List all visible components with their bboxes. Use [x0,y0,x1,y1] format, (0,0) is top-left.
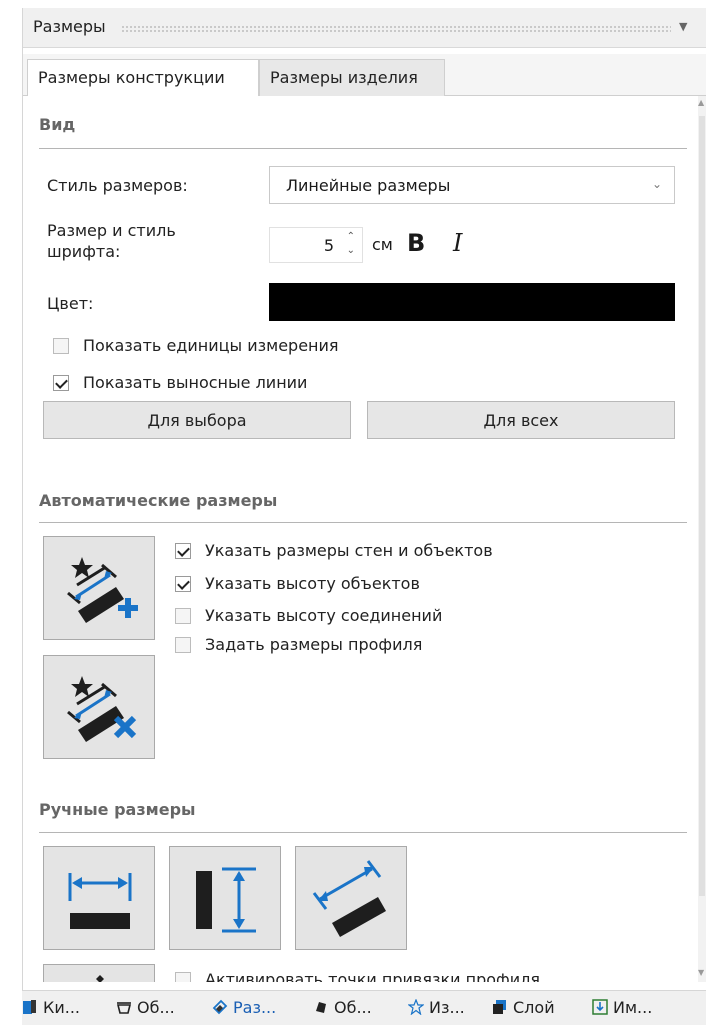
layer-icon [493,1000,506,1014]
auto-option-walls-checkbox[interactable] [175,543,191,559]
vertical-dimension-button[interactable] [169,846,281,950]
aligned-dimension-icon [312,860,386,937]
bottom-tab-label: Из... [429,998,465,1017]
scroll-up-icon[interactable]: ▲ [698,98,704,107]
bottom-panel-tabs: Ки... Об... Раз... Об... Из... Слой Им..… [22,990,706,1025]
auto-option-object-height-label: Указать высоту объектов [205,574,420,593]
dimension-style-value: Линейные размеры [286,176,451,195]
bottom-tab-label: Раз... [233,998,277,1017]
scrollbar-thumb[interactable] [699,116,705,896]
section-title-manual: Ручные размеры [39,800,196,819]
bottom-tab-object-props[interactable]: Об... [313,998,372,1017]
section-divider [39,832,687,833]
font-unit-label: см [372,235,393,254]
bottom-tab-dimensions[interactable]: Раз... [212,998,276,1017]
section-divider [39,148,687,149]
remove-auto-dimensions-button[interactable] [43,655,155,759]
font-size-value: 5 [323,236,334,255]
bottom-tab-layer[interactable]: Слой [492,998,555,1017]
tab-construction-dimensions[interactable]: Размеры конструкции [27,59,259,97]
tab-strip: Размеры конструкции Размеры изделия [23,54,706,97]
dimension-style-label: Стиль размеров: [47,176,188,195]
import-icon [592,999,608,1015]
apply-to-all-button[interactable]: Для всех [367,401,675,439]
auto-option-profile-size-label: Задать размеры профиля [205,635,423,654]
bottom-tab-label: Об... [137,998,175,1017]
dimension-style-select[interactable]: Линейные размеры ⌄ [269,166,675,204]
remove-dimensions-icon [67,676,137,742]
bottom-tab-label: Им... [613,998,653,1017]
auto-option-joint-height-checkbox[interactable] [175,608,191,624]
bottom-tab-import[interactable]: Им... [592,998,652,1017]
auto-option-object-height-checkbox[interactable] [175,576,191,592]
horizontal-dimension-button[interactable] [43,846,155,950]
color-picker[interactable] [269,283,675,321]
font-label-line-1: Размер и стиль [47,221,176,240]
snap-points-label: Активировать точки привязки профиля [205,970,540,982]
vertical-dimension-icon [196,867,256,933]
panel-menu-chevron-icon[interactable]: ▼ [679,20,687,33]
aligned-dimension-button[interactable] [295,846,407,950]
tab-product-dimensions[interactable]: Размеры изделия [259,59,445,96]
auto-option-joint-height-label: Указать высоту соединений [205,606,443,625]
show-ext-lines-checkbox[interactable] [53,375,69,391]
auto-option-walls-label: Указать размеры стен и объектов [205,541,493,560]
drag-grip[interactable] [121,25,671,33]
show-ext-lines-label: Показать выносные линии [83,373,308,392]
panel-titlebar[interactable]: Размеры ▼ [23,8,706,48]
show-units-label: Показать единицы измерения [83,336,339,355]
font-size-stepper[interactable]: 5 ⌃ ⌄ [269,227,363,263]
profile-dimension-icon [96,975,104,982]
vertical-scrollbar[interactable]: ▲ ▼ [698,96,706,982]
scroll-down-icon[interactable]: ▼ [698,968,704,977]
auto-option-profile-size-checkbox[interactable] [175,637,191,653]
font-label-line-2: шрифта: [47,242,121,261]
chevron-down-icon: ⌄ [651,177,662,191]
section-divider [39,522,687,523]
spin-arrows-icon[interactable]: ⌃ ⌄ [347,230,355,258]
bottom-tab-favorites[interactable]: Из... [408,998,465,1017]
star-icon [408,999,424,1015]
panel-title: Размеры [33,17,106,36]
apply-to-selection-button[interactable]: Для выбора [43,401,351,439]
italic-button[interactable]: I [453,229,462,257]
dimension-icon [212,999,228,1015]
color-label: Цвет: [47,294,94,313]
add-dimensions-icon [67,557,138,623]
bottom-tab-label: Об... [334,998,372,1017]
bottom-tab-catalog[interactable]: Ки... [22,998,80,1017]
dimensions-panel: Размеры ▼ Размеры конструкции Размеры из… [22,8,706,1025]
profile-dimension-button[interactable] [43,964,155,982]
bottom-tab-objects[interactable]: Об... [116,998,175,1017]
add-auto-dimensions-button[interactable] [43,536,155,640]
bottom-tab-label: Слой [513,998,555,1017]
bold-button[interactable]: B [407,229,425,257]
font-size-style-label: Размер и стиль шрифта: [47,220,176,262]
tab-content: Вид Стиль размеров: Линейные размеры ⌄ Р… [23,96,706,982]
snap-points-checkbox[interactable] [175,972,191,982]
horizontal-dimension-icon [68,873,132,929]
section-title-automatic: Автоматические размеры [39,491,278,510]
pot-icon [116,1002,132,1014]
book-icon [23,1000,36,1014]
section-title-view: Вид [39,115,76,134]
show-units-checkbox[interactable] [53,338,69,354]
object-icon [316,1002,326,1013]
bottom-tab-label: Ки... [43,998,81,1017]
